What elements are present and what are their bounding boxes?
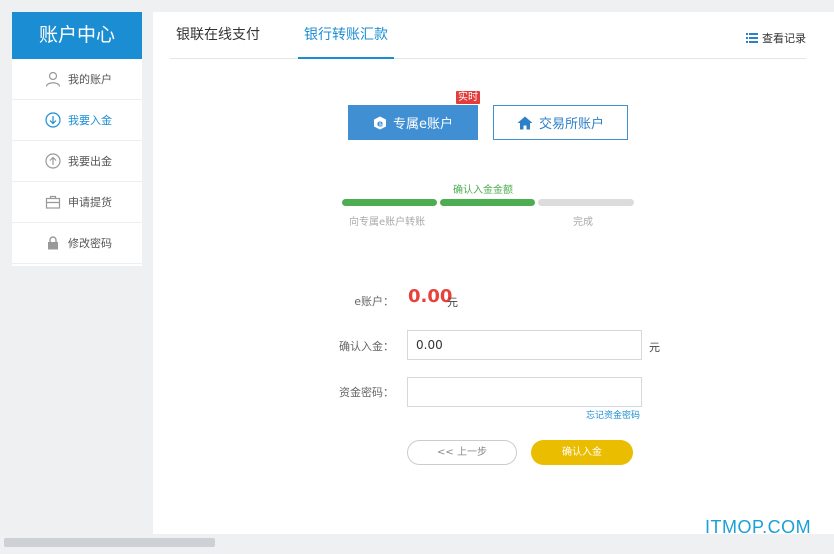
confirm-amount-input[interactable]: 0.00 bbox=[407, 330, 642, 360]
sidebar-item-withdraw[interactable]: 我要出金 bbox=[12, 141, 142, 182]
briefcase-icon bbox=[44, 193, 62, 211]
step-1-label: 向专属e账户转账 bbox=[349, 217, 426, 228]
svg-text:e: e bbox=[377, 119, 383, 129]
arrow-down-circle-icon bbox=[44, 111, 62, 129]
user-icon bbox=[44, 70, 62, 88]
tab-bank-transfer[interactable]: 银行转账汇款 bbox=[298, 12, 394, 59]
sidebar-item-my-account[interactable]: 我的账户 bbox=[12, 59, 142, 100]
main-panel: 银联在线支付 银行转账汇款 查看记录 实时 e 专属e账户 交易所账户 确认入金… bbox=[153, 12, 834, 534]
view-records-link[interactable]: 查看记录 bbox=[746, 30, 806, 46]
step-1-bar bbox=[342, 199, 437, 206]
watermark: ITMOP.COM bbox=[705, 517, 812, 537]
exchange-account-label: 交易所账户 bbox=[538, 117, 604, 132]
exclusive-e-account-label: 专属e账户 bbox=[393, 117, 453, 132]
sidebar-item-label: 修改密码 bbox=[68, 237, 112, 250]
horizontal-scrollbar[interactable] bbox=[4, 538, 215, 547]
step-2-bar bbox=[440, 199, 535, 206]
step-3-label: 完成 bbox=[573, 217, 593, 228]
lock-icon bbox=[44, 234, 62, 252]
realtime-badge: 实时 bbox=[456, 91, 480, 104]
balance-unit: 元 bbox=[447, 296, 458, 309]
forgot-password-link[interactable]: 忘记资金密码 bbox=[586, 408, 640, 421]
sidebar-item-pickup[interactable]: 申请提货 bbox=[12, 182, 142, 223]
prev-step-button[interactable]: << 上一步 bbox=[407, 440, 517, 465]
arrow-up-circle-icon bbox=[44, 152, 62, 170]
sidebar-title: 账户中心 bbox=[12, 12, 142, 59]
sidebar-item-deposit[interactable]: 我要入金 bbox=[12, 100, 142, 141]
confirm-amount-label: 确认入金： bbox=[339, 340, 394, 353]
step-3-bar bbox=[538, 199, 634, 206]
home-icon bbox=[517, 116, 533, 130]
confirm-deposit-button[interactable]: 确认入金 bbox=[531, 440, 633, 465]
amount-unit: 元 bbox=[649, 341, 660, 354]
fund-password-input[interactable] bbox=[407, 377, 642, 407]
tab-bar: 银联在线支付 银行转账汇款 bbox=[170, 12, 806, 59]
tab-unionpay-online[interactable]: 银联在线支付 bbox=[176, 12, 260, 59]
list-icon bbox=[746, 33, 758, 43]
fund-password-label: 资金密码： bbox=[339, 386, 394, 399]
step-current-label: 确认入金金额 bbox=[453, 185, 513, 196]
sidebar-item-label: 申请提货 bbox=[68, 196, 112, 209]
view-records-label: 查看记录 bbox=[762, 32, 806, 45]
sidebar-item-label: 我要入金 bbox=[68, 114, 112, 127]
sidebar: 账户中心 我的账户 我要入金 我要出金 申请提货 修改密码 bbox=[12, 12, 142, 266]
sidebar-item-change-password[interactable]: 修改密码 bbox=[12, 223, 142, 264]
e-account-label: e账户： bbox=[354, 295, 394, 308]
exclusive-e-account-button[interactable]: e 专属e账户 bbox=[348, 105, 478, 140]
sidebar-item-label: 我的账户 bbox=[68, 73, 112, 86]
exchange-account-button[interactable]: 交易所账户 bbox=[493, 105, 628, 140]
e-account-balance: 0.00 bbox=[408, 286, 453, 307]
e-icon: e bbox=[373, 116, 387, 130]
sidebar-item-label: 我要出金 bbox=[68, 155, 112, 168]
